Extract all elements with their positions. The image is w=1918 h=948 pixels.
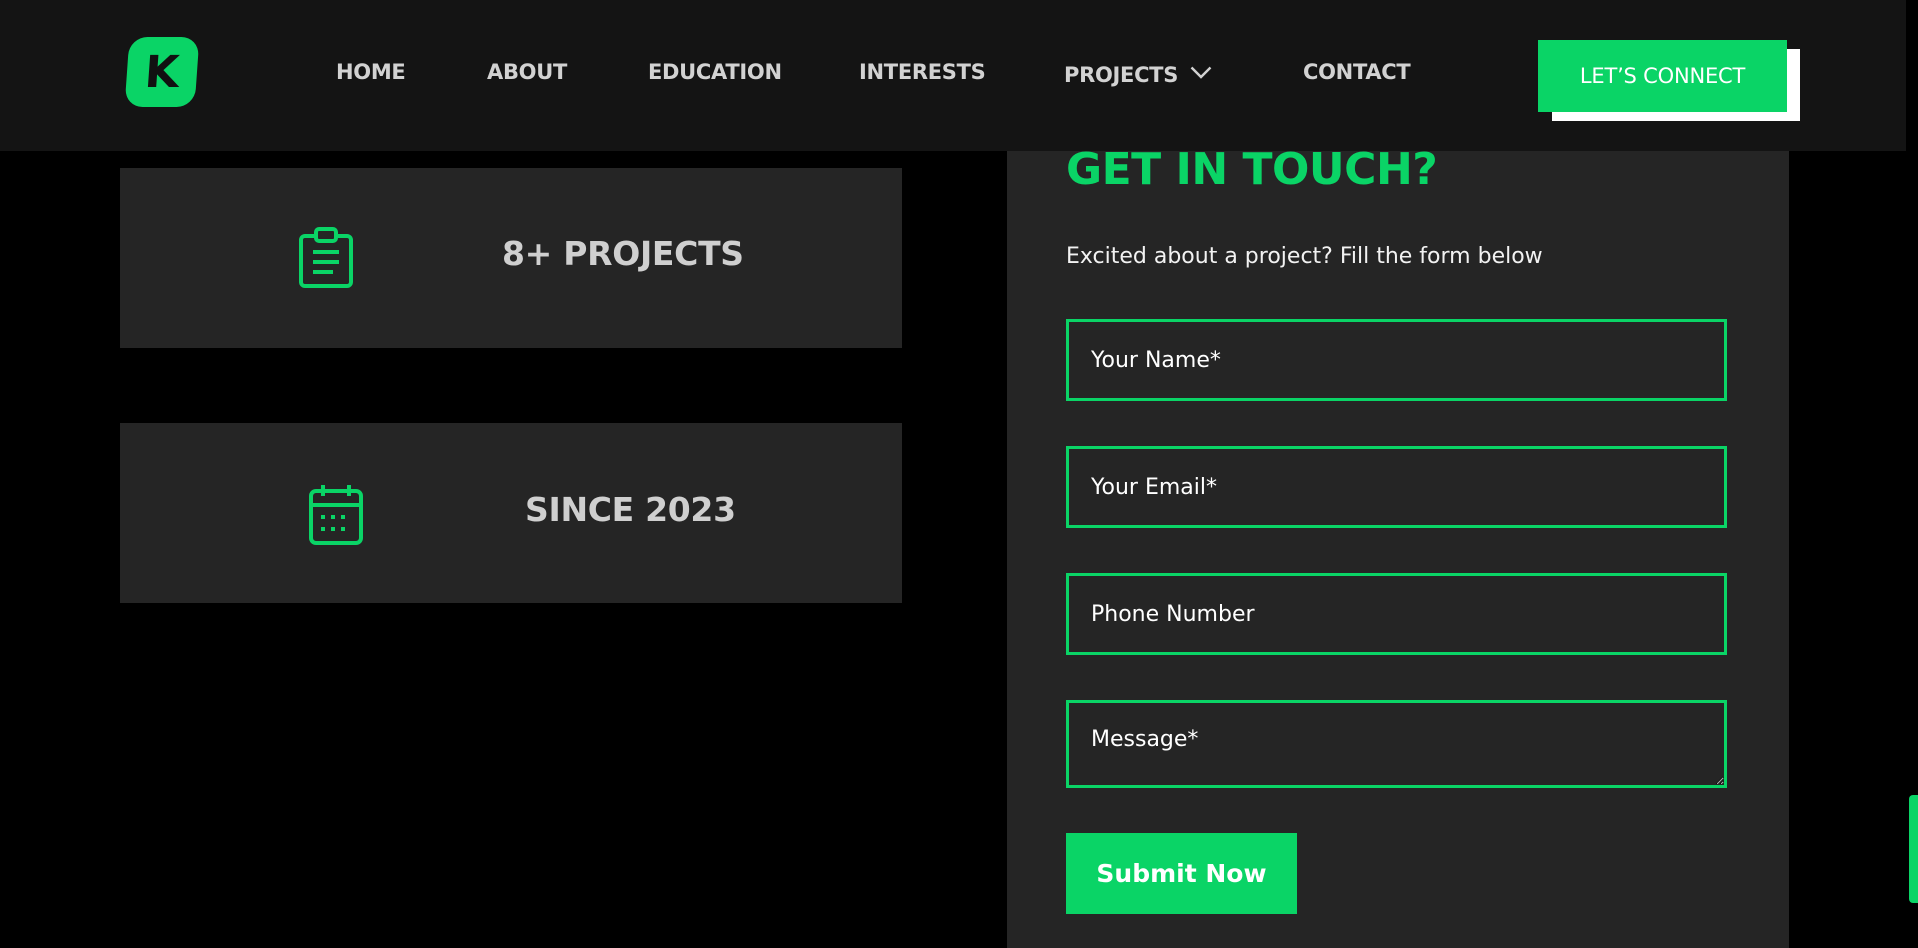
nav-item-interests[interactable]: INTERESTS [859,60,986,84]
name-field[interactable] [1066,319,1727,401]
stat-card-since: SINCE 2023 [120,423,902,603]
contact-panel: GET IN TOUCH? Excited about a project? F… [1007,140,1789,948]
chevron-down-icon [1190,60,1212,84]
stat-card-projects: 8+ PROJECTS [120,168,902,348]
nav-item-home[interactable]: HOME [336,60,406,84]
contact-subtitle: Excited about a project? Fill the form b… [1066,244,1543,269]
lets-connect-wrapper: LET’S CONNECT [1538,40,1801,121]
site-header: K HOME ABOUT EDUCATION INTERESTS PROJECT… [0,0,1906,151]
message-field[interactable] [1066,700,1727,788]
email-field[interactable] [1066,446,1727,528]
submit-button[interactable]: Submit Now [1066,833,1297,914]
nav-item-projects[interactable]: PROJECTS [1064,60,1212,87]
clipboard-icon [297,225,357,289]
stat-label-projects: 8+ PROJECTS [502,234,744,273]
nav-item-about[interactable]: ABOUT [487,60,567,84]
nav-item-contact[interactable]: CONTACT [1303,60,1411,84]
nav-item-education[interactable]: EDUCATION [648,60,782,84]
calendar-icon [307,483,367,547]
logo[interactable]: K [124,37,200,107]
contact-title: GET IN TOUCH? [1066,144,1438,195]
stat-label-since: SINCE 2023 [525,490,736,529]
lets-connect-button[interactable]: LET’S CONNECT [1538,40,1787,112]
scrollbar-thumb[interactable] [1909,795,1918,903]
nav-item-projects-label: PROJECTS [1064,63,1179,87]
phone-field[interactable] [1066,573,1727,655]
